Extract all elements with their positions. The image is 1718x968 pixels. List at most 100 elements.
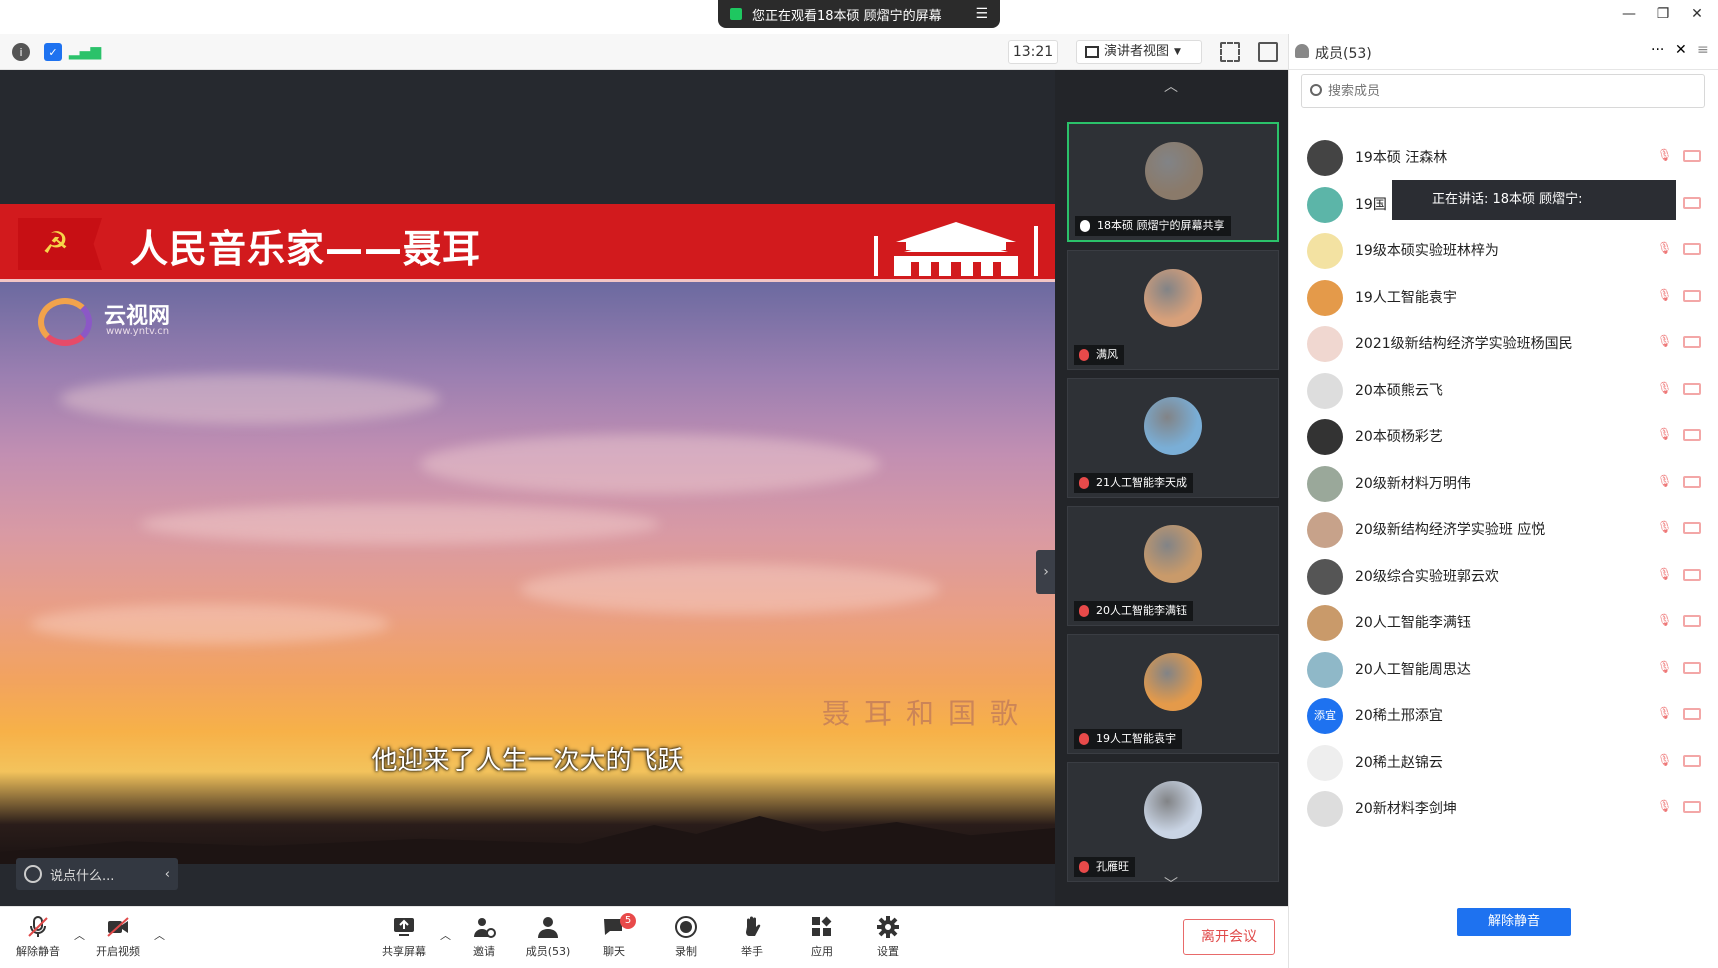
member-name: 19国 [1355,196,1387,213]
person-icon [1295,44,1309,58]
unmute-button[interactable]: 解除静音 [6,915,70,967]
camera-off-icon[interactable] [1683,708,1701,720]
emoji-icon[interactable] [24,865,42,883]
mic-muted-icon[interactable]: 🎙 [1657,288,1672,304]
unmute-all-button[interactable]: 解除静音 [1457,908,1571,936]
participant-avatar [1144,525,1202,583]
member-row[interactable]: 19级本硕实验班林梓为 🎙 [1289,225,1718,275]
info-icon[interactable]: i [12,43,30,61]
mic-muted-icon[interactable]: 🎙 [1657,660,1672,676]
member-row[interactable]: 20人工智能周思达 🎙 [1289,644,1718,694]
participant-thumbnail[interactable]: 18本硕 顾熠宁的屏幕共享 [1067,122,1279,242]
mic-muted-icon[interactable]: 🎙 [1657,706,1672,722]
share-screen-button[interactable]: 共享屏幕 [372,915,436,967]
view-mode-dropdown[interactable]: 演讲者视图 ▼ [1076,40,1202,64]
mic-muted-icon[interactable]: 🎙 [1657,381,1672,397]
scroll-down-icon[interactable]: ﹀ [1133,874,1209,896]
invite-button[interactable]: 邀请 [452,915,516,967]
member-row[interactable]: 20新材料李剑坤 🎙 [1289,783,1718,833]
member-row[interactable]: 20人工智能李满钰 🎙 [1289,597,1718,647]
camera-off-icon[interactable] [1683,522,1701,534]
signal-icon[interactable]: ▂▄▆ [69,43,101,61]
fullscreen-icon[interactable] [1220,42,1240,62]
gear-icon [877,916,899,938]
member-row[interactable]: 19本硕 汪森林 🎙 [1289,132,1718,182]
members-button[interactable]: 成员(53) [516,915,580,967]
restore-icon[interactable]: ❐ [1652,6,1674,22]
close-panel-icon[interactable]: ✕ [1675,42,1687,58]
mic-muted-icon[interactable]: 🎙 [1657,474,1672,490]
participant-thumbnail[interactable]: 满风 [1067,250,1279,370]
audio-options-icon[interactable]: ︿ [74,927,85,943]
video-options-icon[interactable]: ︿ [154,927,165,943]
camera-off-icon[interactable] [1683,336,1701,348]
mic-muted-icon[interactable]: 🎙 [1657,241,1672,257]
mic-muted-icon[interactable]: 🎙 [1657,427,1672,443]
menu-icon[interactable]: ☰ [975,6,988,22]
record-label: 录制 [675,945,697,958]
mic-muted-icon[interactable]: 🎙 [1657,753,1672,769]
participant-thumbnail[interactable]: 20人工智能李满钰 [1067,506,1279,626]
more-icon[interactable]: ··· [1651,42,1664,58]
participant-name-tag: 21人工智能李天成 [1074,473,1193,493]
close-window-icon[interactable]: ✕ [1686,6,1708,22]
mic-muted-icon[interactable]: 🎙 [1657,613,1672,629]
member-search-input[interactable] [1328,80,1688,102]
invite-label: 邀请 [473,945,495,958]
record-button[interactable]: 录制 [654,915,718,967]
member-row[interactable]: 19人工智能袁宇 🎙 [1289,272,1718,322]
participant-thumbnail[interactable]: 19人工智能袁宇 [1067,634,1279,754]
camera-off-icon[interactable] [1683,615,1701,627]
member-avatar [1307,791,1343,827]
member-search[interactable] [1301,74,1705,108]
expand-thumbnails-tab[interactable]: › [1036,550,1056,594]
member-name: 2021级新结构经济学实验班杨国民 [1355,336,1573,352]
camera-off-icon[interactable] [1683,801,1701,813]
mic-muted-icon[interactable]: 🎙 [1657,567,1672,583]
watermark: 聂耳和国歌 [822,697,1033,730]
camera-off-icon[interactable] [1683,243,1701,255]
mic-muted-icon[interactable]: 🎙 [1657,520,1672,536]
mic-muted-icon[interactable]: 🎙 [1657,334,1672,350]
chat-button[interactable]: 5 聊天 [582,913,646,967]
chat-label: 聊天 [603,945,625,958]
camera-off-icon[interactable] [1683,661,1701,674]
participant-thumbnail[interactable]: 孔雁旺 [1067,762,1279,882]
member-row[interactable]: 20本硕熊云飞 🎙 [1289,365,1718,415]
camera-off-icon[interactable] [1683,382,1701,395]
member-row[interactable]: 2021级新结构经济学实验班杨国民 🎙 [1289,318,1718,368]
settings-button[interactable]: 设置 [856,915,920,967]
member-row[interactable]: 20级新结构经济学实验班 应悦 🎙 [1289,504,1718,554]
panel-menu-icon[interactable]: ≡ [1697,42,1709,58]
member-name: 19本硕 汪森林 [1355,150,1448,166]
chat-input[interactable]: 说点什么... ‹ [16,858,178,890]
camera-off-icon[interactable] [1683,475,1701,488]
apps-button[interactable]: 应用 [790,915,854,967]
collapse-icon[interactable]: ‹ [165,867,170,882]
member-row[interactable]: 20级综合实验班郭云欢 🎙 [1289,551,1718,601]
camera-off-icon[interactable] [1683,429,1701,441]
leave-meeting-button[interactable]: 离开会议 [1183,919,1275,955]
start-video-button[interactable]: 开启视频 [86,915,150,967]
layout-toggle-icon[interactable] [1258,42,1278,62]
shield-icon[interactable]: ✓ [44,43,62,61]
camera-off-icon[interactable] [1683,196,1701,209]
members-panel: 成员(53) ··· ✕ ≡ 19本硕 汪森林 🎙 19国 🎙 19级本硕实验班林梓为 🎙… [1288,34,1718,968]
member-row[interactable]: 20本硕杨彩艺 🎙 [1289,411,1718,461]
camera-off-icon[interactable] [1683,150,1701,162]
camera-off-icon[interactable] [1683,289,1701,302]
raise-hand-button[interactable]: 举手 [720,915,784,967]
member-row[interactable]: 20级新材料万明伟 🎙 [1289,458,1718,508]
participant-thumbnail[interactable]: 21人工智能李天成 [1067,378,1279,498]
share-banner[interactable]: 您正在观看18本硕 顾熠宁的屏幕 ☰ [718,0,1000,28]
scroll-up-icon[interactable]: ︿ [1133,76,1209,98]
share-options-icon[interactable]: ︿ [440,927,451,943]
participant-avatar [1144,653,1202,711]
minimize-icon[interactable]: — [1618,6,1640,22]
mic-muted-icon[interactable]: 🎙 [1657,148,1672,164]
member-row[interactable]: 20稀土赵锦云 🎙 [1289,737,1718,787]
mic-muted-icon[interactable]: 🎙 [1657,799,1672,815]
member-row[interactable]: 添宜 20稀土邢添宜 🎙 [1289,690,1718,740]
camera-off-icon[interactable] [1683,754,1701,767]
camera-off-icon[interactable] [1683,568,1701,581]
